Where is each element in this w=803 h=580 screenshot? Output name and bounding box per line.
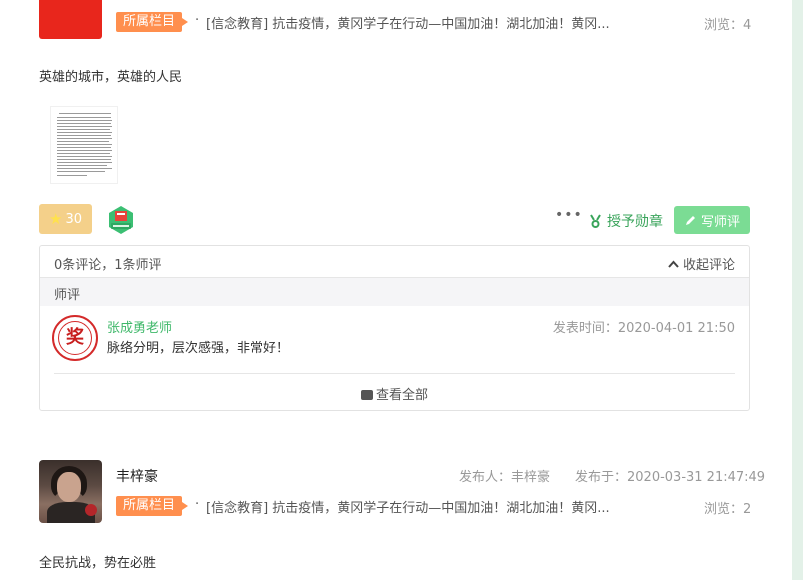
separator-dot: · (195, 13, 200, 28)
pencil-icon (685, 215, 695, 225)
star-icon: ★ (56, 0, 64, 3)
star-icon: ★ (49, 210, 63, 228)
divider (54, 373, 735, 374)
post-text: 全民抗战，势在必胜 (39, 556, 157, 571)
chevron-up-icon (668, 260, 679, 268)
medal-icon (590, 213, 601, 228)
category-tag: 所属栏目 (116, 496, 189, 516)
comment-icon (360, 390, 373, 400)
seal-icon: 奖 (66, 327, 84, 348)
more-options-icon[interactable]: ••• (555, 207, 583, 223)
comments-header: 0条评论，1条师评 收起评论 (40, 246, 749, 278)
book-badge-icon[interactable] (106, 205, 136, 235)
category-link[interactable]: [信念教育] 抗击疫情，黄冈学子在行动—中国加油！湖北加油！黄冈... (206, 497, 610, 516)
document-thumbnail[interactable] (50, 106, 118, 184)
grant-medal-button[interactable]: 授予勋章 (588, 211, 663, 231)
collapse-label: 收起评论 (682, 258, 735, 273)
comments-panel: 0条评论，1条师评 收起评论 师评 奖 张成勇老师 发表时间：2020-04-0… (39, 245, 750, 411)
like-count: 30 (65, 211, 82, 227)
category-tag: 所属栏目 (116, 12, 189, 32)
write-review-button[interactable]: 写师评 (674, 206, 750, 234)
author-name[interactable]: 丰梓豪 (116, 466, 158, 486)
separator-dot: · (195, 497, 200, 512)
review-teacher-name[interactable]: 张成勇老师 (107, 317, 172, 336)
teacher-seal-avatar: 奖 (52, 315, 98, 361)
write-review-label: 写师评 (700, 214, 740, 230)
views-count: 浏览：2 (704, 502, 752, 517)
author-avatar[interactable] (39, 460, 102, 523)
collapse-comments-button[interactable]: 收起评论 (668, 254, 735, 273)
view-all-label: 查看全部 (375, 388, 428, 403)
feed-card: ★ 所属栏目 · [信念教育] 抗击疫情，黄冈学子在行动—中国加油！湖北加油！黄… (0, 0, 792, 580)
like-button[interactable]: ★ 30 (39, 204, 92, 234)
publish-time: 发布于：2020-03-31 21:47:49 (575, 470, 766, 485)
review-text: 脉络分明，层次感强，非常好！ (107, 341, 290, 356)
grant-medal-label: 授予勋章 (607, 214, 663, 230)
view-all-button[interactable]: 查看全部 (40, 384, 749, 403)
review-time: 发表时间：2020-04-01 21:50 (552, 321, 735, 336)
publisher: 发布人：丰梓豪 (459, 470, 551, 485)
views-count: 浏览：4 (704, 18, 752, 33)
teacher-review-section-header: 师评 (40, 278, 749, 306)
comments-summary: 0条评论，1条师评 (54, 258, 162, 273)
post-text: 英雄的城市，英雄的人民 (39, 70, 183, 85)
flag-avatar[interactable]: ★ (39, 0, 102, 39)
section-label: 师评 (54, 288, 81, 303)
category-link[interactable]: [信念教育] 抗击疫情，黄冈学子在行动—中国加油！湖北加油！黄冈... (206, 13, 610, 32)
